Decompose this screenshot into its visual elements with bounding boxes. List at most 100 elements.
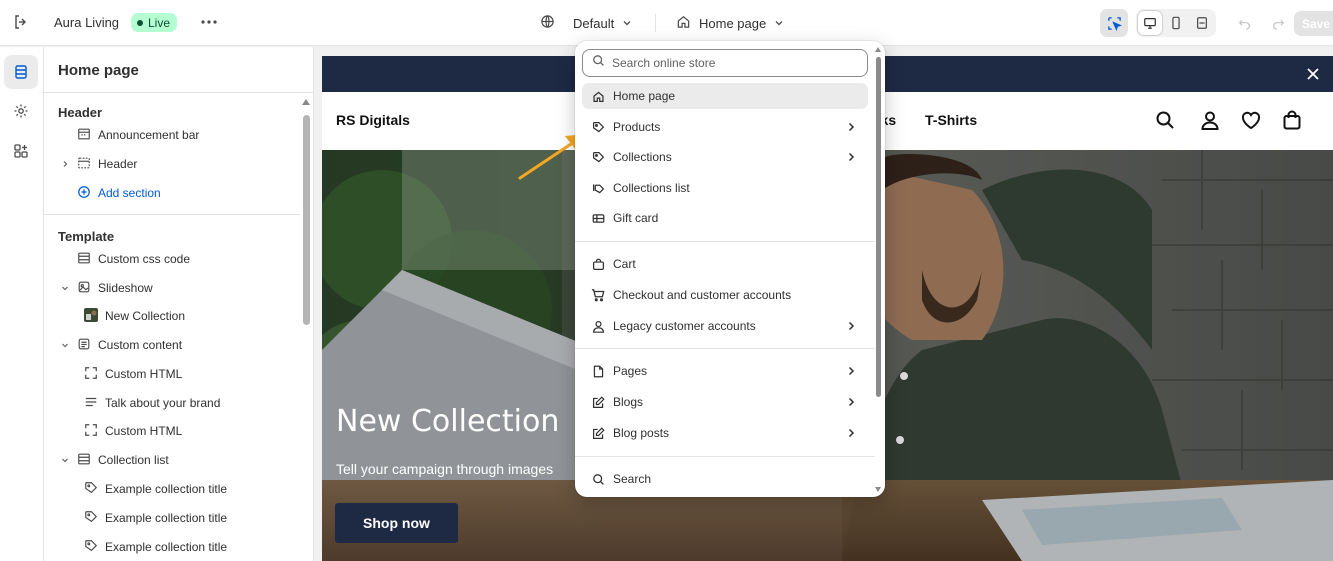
block-collection[interactable]: Example collection title	[84, 508, 227, 528]
tag-icon	[84, 539, 98, 556]
menu-item-pages[interactable]: Pages	[582, 358, 868, 384]
page-picker-dropdown: Home page Products Collections Collectio…	[575, 41, 885, 497]
menu-item-products[interactable]: Products	[582, 114, 868, 140]
block-custom-html[interactable]: Custom HTML	[84, 364, 182, 384]
chevron-right-icon	[846, 396, 856, 410]
text-block-icon	[77, 337, 91, 354]
divider	[44, 92, 313, 93]
theme-selector-label: Default	[573, 15, 615, 31]
menu-item-label: Gift card	[613, 211, 659, 225]
sections-icon[interactable]	[4, 55, 38, 89]
html-frame-icon	[84, 366, 98, 383]
wishlist-heart-icon[interactable]	[1240, 109, 1262, 131]
desktop-icon[interactable]	[1138, 11, 1162, 35]
block-label: Custom HTML	[105, 367, 183, 381]
chevron-down-icon	[774, 16, 784, 31]
group-header-label: Header	[58, 105, 103, 120]
chevron-right-icon	[846, 365, 856, 379]
chevron-down-icon[interactable]	[60, 341, 70, 349]
shop-now-button[interactable]: Shop now	[335, 503, 458, 543]
section-layout-icon	[77, 452, 91, 469]
block-label: New Collection	[105, 309, 186, 323]
section-header[interactable]: Header	[60, 154, 137, 174]
block-collection[interactable]: Example collection title	[84, 537, 227, 557]
save-button[interactable]: Save	[1294, 11, 1333, 36]
search-icon	[592, 54, 605, 72]
section-custom-css[interactable]: Custom css code	[60, 249, 190, 269]
menu-item-legacy-accounts[interactable]: Legacy customer accounts	[582, 313, 868, 339]
divider	[44, 214, 300, 215]
menu-item-cart[interactable]: Cart	[582, 251, 868, 277]
slideshow-icon	[77, 280, 91, 297]
globe-icon	[540, 14, 555, 32]
nav-link-tshirts[interactable]: T-Shirts	[925, 112, 977, 128]
menu-item-gift-card[interactable]: Gift card	[582, 205, 868, 231]
search-input[interactable]	[612, 56, 852, 70]
blog-edit-icon	[591, 395, 605, 409]
block-new-collection[interactable]: New Collection	[84, 306, 185, 326]
section-layout-icon	[77, 156, 91, 173]
chevron-down-icon[interactable]	[60, 284, 70, 292]
text-lines-icon	[84, 395, 98, 412]
close-icon[interactable]	[1304, 65, 1322, 83]
section-label: Announcement bar	[98, 128, 200, 142]
cart-bag-icon[interactable]	[1281, 109, 1303, 131]
exit-icon[interactable]	[10, 11, 32, 33]
undo-icon[interactable]	[1230, 9, 1258, 37]
sidebar-title: Home page	[58, 62, 139, 79]
add-section-label: Add section	[98, 186, 161, 200]
menu-item-label: Checkout and customer accounts	[613, 288, 792, 302]
section-label: Header	[98, 157, 138, 171]
menu-item-blog-posts[interactable]: Blog posts	[582, 420, 868, 446]
store-logo[interactable]: RS Digitals	[336, 112, 410, 128]
block-label: Example collection title	[105, 511, 228, 525]
tag-icon	[84, 481, 98, 498]
inspector-icon[interactable]	[1100, 9, 1128, 37]
menu-item-home-page[interactable]: Home page	[582, 83, 868, 109]
scroll-down-arrow-icon[interactable]	[875, 487, 881, 492]
cart-icon	[591, 257, 605, 271]
block-custom-html[interactable]: Custom HTML	[84, 421, 182, 441]
block-collection[interactable]: Example collection title	[84, 479, 227, 499]
menu-item-search[interactable]: Search	[582, 466, 868, 492]
mobile-icon[interactable]	[1164, 11, 1188, 35]
scroll-up-arrow-icon[interactable]	[875, 47, 881, 52]
more-actions-icon[interactable]	[198, 11, 220, 33]
search-icon	[591, 472, 605, 486]
page-selector[interactable]: Home page	[676, 11, 784, 35]
chevron-right-icon	[846, 121, 856, 135]
redo-icon[interactable]	[1264, 9, 1292, 37]
scroll-up-arrow-icon[interactable]	[302, 99, 310, 105]
menu-item-collections[interactable]: Collections	[582, 144, 868, 170]
section-slideshow[interactable]: Slideshow	[60, 278, 153, 298]
chevron-right-icon[interactable]	[60, 160, 70, 168]
block-talk-about-brand[interactable]: Talk about your brand	[84, 393, 220, 413]
section-announcement-bar[interactable]: Announcement bar	[60, 125, 199, 145]
chevron-down-icon[interactable]	[60, 456, 70, 464]
menu-item-collections-list[interactable]: Collections list	[582, 175, 868, 201]
chevron-right-icon	[846, 320, 856, 334]
settings-gear-icon[interactable]	[4, 94, 38, 128]
dropdown-scrollbar[interactable]	[876, 57, 881, 397]
undo-redo	[1230, 9, 1292, 37]
menu-item-blogs[interactable]: Blogs	[582, 389, 868, 415]
menu-item-checkout[interactable]: Checkout and customer accounts	[582, 282, 868, 308]
apps-icon[interactable]	[4, 134, 38, 168]
section-layout-icon	[77, 127, 91, 144]
hero-title: New Collection	[336, 404, 560, 439]
search-icon[interactable]	[1154, 109, 1176, 131]
section-custom-content[interactable]: Custom content	[60, 335, 182, 355]
shopping-cart-icon	[591, 288, 605, 302]
sidebar-scrollbar[interactable]	[303, 115, 310, 325]
add-section-button[interactable]: Add section	[60, 183, 161, 203]
menu-item-label: Blog posts	[613, 426, 670, 440]
group-template-label: Template	[58, 229, 115, 244]
account-icon[interactable]	[1199, 109, 1221, 131]
theme-selector[interactable]: Default	[540, 11, 632, 35]
fullscreen-icon[interactable]	[1190, 11, 1214, 35]
home-icon	[676, 14, 691, 32]
page-icon	[591, 364, 605, 378]
search-box[interactable]	[582, 49, 868, 77]
section-collection-list[interactable]: Collection list	[60, 450, 169, 470]
menu-item-label: Search	[613, 472, 652, 486]
